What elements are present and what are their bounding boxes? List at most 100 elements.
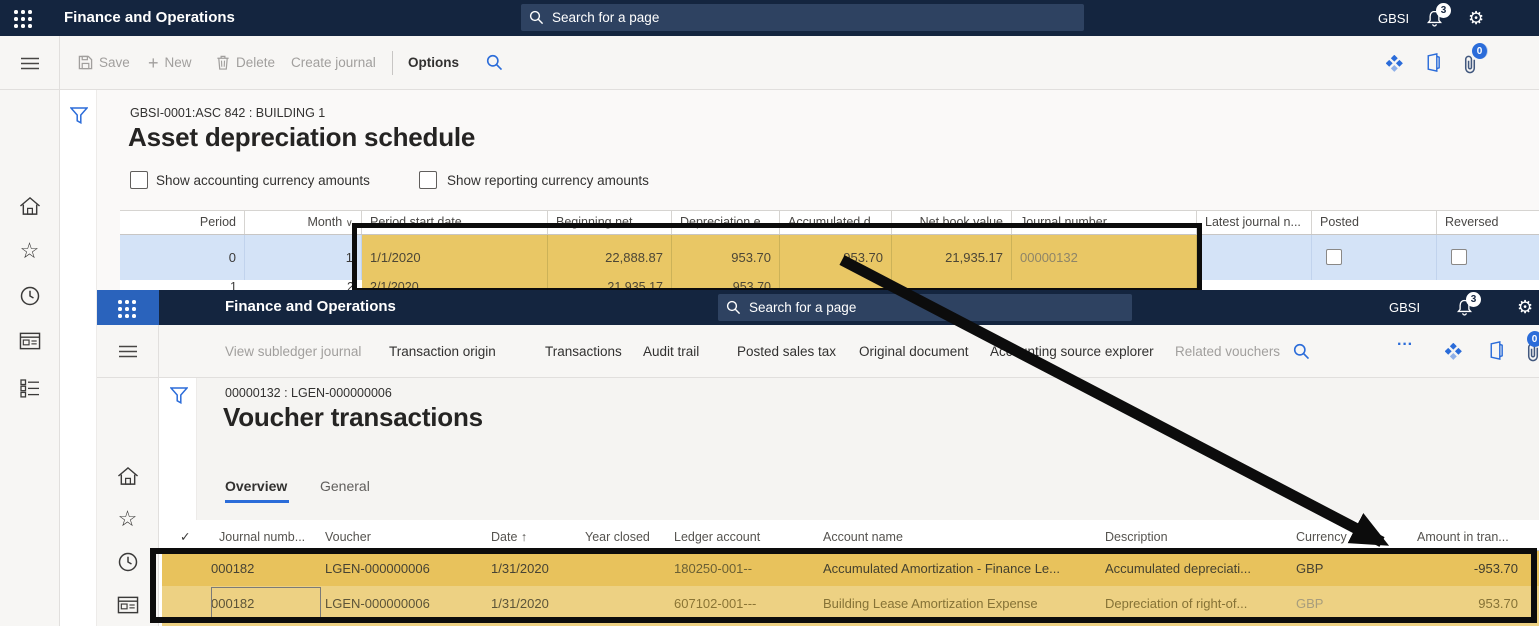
show-accounting-currency-checkbox[interactable] bbox=[130, 171, 148, 189]
cell-journal-number-link[interactable]: 00000132 bbox=[1012, 235, 1197, 280]
app-launcher-waffle-icon-2[interactable] bbox=[97, 290, 159, 325]
search-page-input[interactable]: Search for a page bbox=[521, 4, 1084, 31]
cell-period[interactable]: 0 bbox=[120, 235, 245, 280]
settings-gear-icon[interactable]: ⚙ bbox=[1468, 8, 1484, 28]
table-row[interactable]: 000182 LGEN-000000006 1/31/2020 607102-0… bbox=[162, 586, 1539, 621]
row-voucher[interactable]: LGEN-000000006 bbox=[325, 551, 485, 586]
column-header-posted[interactable]: Posted bbox=[1312, 211, 1437, 235]
filter-funnel-icon[interactable] bbox=[70, 107, 88, 124]
workspaces-form-icon-2[interactable] bbox=[117, 596, 138, 614]
favorites-star-icon-2[interactable]: ☆ bbox=[118, 508, 138, 530]
recent-clock-icon-2[interactable] bbox=[118, 552, 138, 572]
column-header-reversed[interactable]: Reversed bbox=[1437, 211, 1539, 235]
cell-latest-journal[interactable] bbox=[1197, 235, 1312, 280]
recent-clock-icon[interactable] bbox=[20, 286, 40, 306]
hamburger-icon-2[interactable] bbox=[119, 345, 137, 358]
settings-gear-icon-2[interactable]: ⚙ bbox=[1517, 297, 1533, 317]
app-title: Finance and Operations bbox=[64, 9, 235, 26]
menu-audit-trail[interactable]: Audit trail bbox=[643, 325, 699, 377]
create-journal-button[interactable]: Create journal bbox=[291, 36, 376, 89]
column-header-period-start[interactable]: Period start date bbox=[362, 211, 548, 235]
row-year-closed bbox=[585, 586, 670, 621]
menu-accounting-source-explorer[interactable]: Accounting source explorer bbox=[990, 325, 1154, 377]
row-ledger-account-link[interactable]: 607102-001--- bbox=[674, 586, 819, 621]
menu-original-document[interactable]: Original document bbox=[859, 325, 969, 377]
row-ledger-account-link[interactable]: 180250-001-- bbox=[674, 551, 819, 586]
menu-posted-sales-tax[interactable]: Posted sales tax bbox=[737, 325, 836, 377]
menu-view-subledger-journal[interactable]: View subledger journal bbox=[225, 325, 361, 377]
company-picker-2[interactable]: GBSI bbox=[1389, 300, 1420, 315]
menu-transactions[interactable]: Transactions bbox=[545, 325, 622, 377]
column-header-accumulated[interactable]: Accumulated d... bbox=[780, 211, 892, 235]
environment-diamonds-icon-2[interactable] bbox=[1445, 343, 1462, 360]
row-amount: -953.70 bbox=[1398, 551, 1518, 586]
col-amount[interactable]: Amount in tran... bbox=[1417, 524, 1509, 551]
column-header-period[interactable]: Period bbox=[120, 211, 245, 235]
menu-transaction-origin[interactable]: Transaction origin bbox=[389, 325, 496, 377]
toolbar-search-icon[interactable] bbox=[486, 54, 503, 71]
show-reporting-currency-label: Show reporting currency amounts bbox=[447, 173, 649, 188]
menu-related-vouchers[interactable]: Related vouchers bbox=[1175, 325, 1280, 377]
office-book-icon[interactable] bbox=[1424, 53, 1442, 72]
col-account-name[interactable]: Account name bbox=[823, 524, 903, 551]
voucher-grid: ✓ Journal numb... Voucher Date ↑ Year cl… bbox=[162, 520, 1539, 626]
cell-depreciation[interactable]: 953.70 bbox=[672, 235, 780, 280]
reversed-checkbox[interactable] bbox=[1451, 249, 1467, 265]
cell-beginning-net[interactable]: 22,888.87 bbox=[548, 235, 672, 280]
cell-period-start[interactable]: 1/1/2020 bbox=[362, 235, 548, 280]
show-accounting-currency-label: Show accounting currency amounts bbox=[156, 173, 370, 188]
options-menu[interactable]: Options bbox=[408, 36, 459, 89]
column-header-journal-number[interactable]: Journal number bbox=[1012, 211, 1197, 235]
home-icon-2[interactable] bbox=[117, 466, 138, 486]
workspaces-form-icon[interactable] bbox=[19, 332, 40, 350]
column-header-month[interactable]: Month ∨ bbox=[245, 211, 362, 235]
delete-button[interactable]: Delete bbox=[216, 36, 275, 89]
row-currency: GBP bbox=[1296, 586, 1376, 621]
col-date[interactable]: Date ↑ bbox=[491, 524, 527, 551]
favorites-star-icon[interactable]: ☆ bbox=[20, 240, 40, 262]
show-reporting-currency-checkbox[interactable] bbox=[419, 171, 437, 189]
page-title: Asset depreciation schedule bbox=[128, 122, 475, 153]
cell-month[interactable]: 1 bbox=[245, 235, 362, 280]
posted-checkbox[interactable] bbox=[1326, 249, 1342, 265]
tab-overview[interactable]: Overview bbox=[225, 478, 287, 494]
office-book-icon-2[interactable] bbox=[1487, 341, 1505, 360]
cell-net-book[interactable]: 21,935.17 bbox=[892, 235, 1012, 280]
column-header-net-book[interactable]: Net book value bbox=[892, 211, 1012, 235]
col-description[interactable]: Description bbox=[1105, 524, 1168, 551]
row-journal[interactable]: 000182 bbox=[211, 551, 319, 586]
column-header-latest-journal[interactable]: Latest journal n... bbox=[1197, 211, 1312, 235]
column-header-depreciation[interactable]: Depreciation e... bbox=[672, 211, 780, 235]
home-icon[interactable] bbox=[19, 196, 40, 216]
save-button[interactable]: Save bbox=[78, 36, 130, 89]
app-launcher-waffle-icon[interactable] bbox=[14, 10, 33, 29]
col-voucher[interactable]: Voucher bbox=[325, 524, 371, 551]
select-all-check-icon[interactable]: ✓ bbox=[180, 524, 190, 551]
filter-funnel-icon-2[interactable] bbox=[170, 387, 188, 404]
table-row[interactable]: 000182 LGEN-000000006 1/31/2020 180250-0… bbox=[162, 551, 1539, 586]
col-year-closed[interactable]: Year closed bbox=[585, 524, 650, 551]
row-voucher[interactable]: LGEN-000000006 bbox=[325, 586, 485, 621]
environment-diamonds-icon[interactable] bbox=[1386, 55, 1403, 72]
cell-accumulated[interactable]: 953.70 bbox=[780, 235, 892, 280]
tab-general[interactable]: General bbox=[320, 478, 370, 494]
search-page-input-2[interactable]: Search for a page bbox=[718, 294, 1132, 321]
hamburger-icon[interactable] bbox=[21, 57, 39, 70]
toolbar-search-icon-2[interactable] bbox=[1293, 343, 1310, 360]
table-row-partial bbox=[162, 621, 1539, 626]
filter-pane-column bbox=[60, 90, 97, 626]
voucher-page-title: Voucher transactions bbox=[223, 402, 483, 433]
column-header-beginning-net[interactable]: Beginning net ... bbox=[548, 211, 672, 235]
col-currency[interactable]: Currency bbox=[1296, 524, 1347, 551]
new-button[interactable]: + New bbox=[148, 36, 192, 89]
app-title-2: Finance and Operations bbox=[225, 298, 396, 315]
more-commands-ellipsis[interactable]: ··· bbox=[1397, 336, 1413, 354]
company-picker[interactable]: GBSI bbox=[1378, 11, 1409, 26]
row-date[interactable]: 1/31/2020 bbox=[491, 551, 581, 586]
col-journal[interactable]: Journal numb... bbox=[219, 524, 305, 551]
modules-list-icon[interactable] bbox=[20, 379, 40, 398]
col-ledger-account[interactable]: Ledger account bbox=[674, 524, 760, 551]
trash-icon bbox=[216, 55, 230, 70]
filter-caret-icon: ∨ bbox=[346, 218, 353, 229]
row-date[interactable]: 1/31/2020 bbox=[491, 586, 581, 621]
